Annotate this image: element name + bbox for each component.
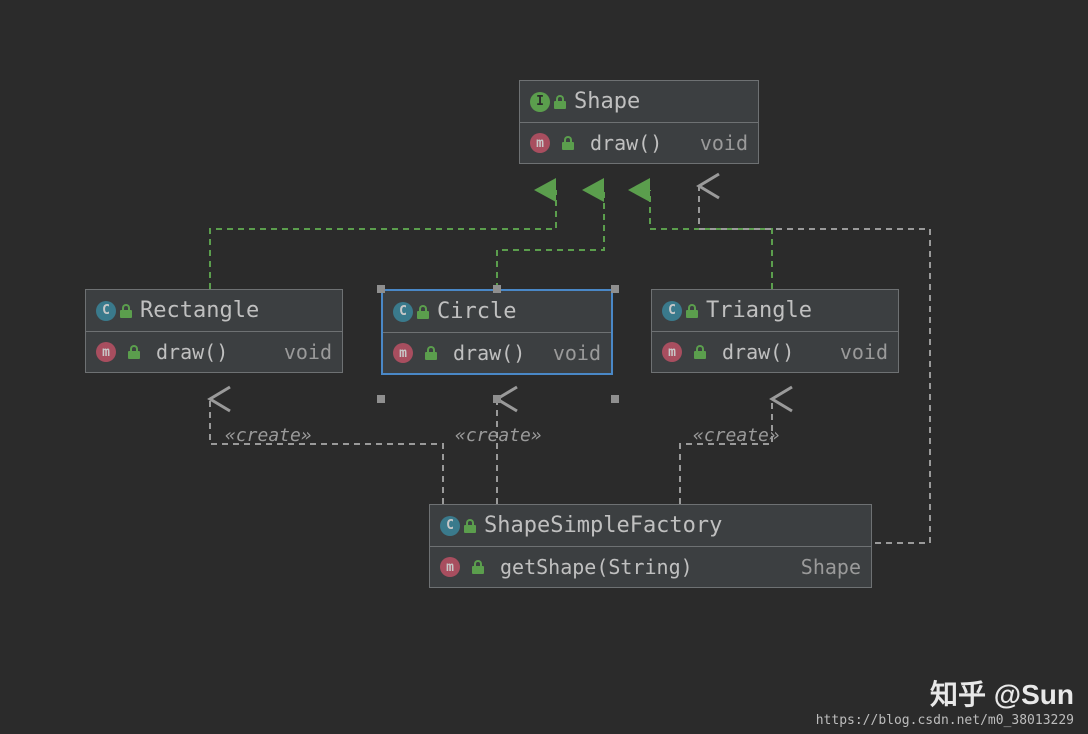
- return-type: void: [840, 340, 888, 364]
- lock-icon: [686, 304, 698, 318]
- class-header: C Rectangle: [86, 290, 342, 332]
- class-icon: C: [662, 301, 682, 321]
- lock-icon: [128, 345, 140, 359]
- selection-handle[interactable]: [611, 395, 619, 403]
- class-method-row: m draw() void: [520, 123, 758, 163]
- selection-handle[interactable]: [377, 285, 385, 293]
- return-type: void: [700, 131, 748, 155]
- class-box-factory[interactable]: C ShapeSimpleFactory m getShape(String) …: [429, 504, 872, 588]
- class-icon: C: [393, 302, 413, 322]
- return-type: Shape: [801, 555, 861, 579]
- class-name: Triangle: [706, 298, 812, 323]
- selection-handle[interactable]: [377, 395, 385, 403]
- class-box-shape[interactable]: I Shape m draw() void: [519, 80, 759, 164]
- class-method-row: m draw() void: [86, 332, 342, 372]
- selection-handle[interactable]: [493, 395, 501, 403]
- lock-icon: [562, 136, 574, 150]
- class-name: Shape: [574, 89, 640, 114]
- selection-handle[interactable]: [611, 285, 619, 293]
- method-icon: m: [96, 342, 116, 362]
- method-icon: m: [440, 557, 460, 577]
- class-header: C ShapeSimpleFactory: [430, 505, 871, 547]
- class-header: I Shape: [520, 81, 758, 123]
- class-method-row: m draw() void: [383, 333, 611, 373]
- create-label: «create»: [693, 425, 780, 446]
- class-header: C Triangle: [652, 290, 898, 332]
- method-icon: m: [393, 343, 413, 363]
- class-header: C Circle: [383, 291, 611, 333]
- method-name: getShape(String): [500, 555, 793, 579]
- watermark: 知乎 @Sun https://blog.csdn.net/m0_3801322…: [816, 673, 1074, 728]
- watermark-url: https://blog.csdn.net/m0_38013229: [816, 713, 1074, 728]
- method-name: draw(): [156, 340, 276, 364]
- method-name: draw(): [453, 341, 545, 365]
- method-icon: m: [662, 342, 682, 362]
- method-icon: m: [530, 133, 550, 153]
- class-box-rectangle[interactable]: C Rectangle m draw() void: [85, 289, 343, 373]
- class-name: Rectangle: [140, 298, 259, 323]
- class-icon: C: [96, 301, 116, 321]
- return-type: void: [553, 341, 601, 365]
- lock-icon: [472, 560, 484, 574]
- class-name: ShapeSimpleFactory: [484, 513, 722, 538]
- interface-icon: I: [530, 92, 550, 112]
- class-box-triangle[interactable]: C Triangle m draw() void: [651, 289, 899, 373]
- lock-icon: [464, 519, 476, 533]
- class-method-row: m getShape(String) Shape: [430, 547, 871, 587]
- class-method-row: m draw() void: [652, 332, 898, 372]
- watermark-title: 知乎 @Sun: [816, 673, 1074, 713]
- create-label: «create»: [225, 425, 312, 446]
- selection-handle[interactable]: [493, 285, 501, 293]
- create-label: «create»: [455, 425, 542, 446]
- class-box-circle[interactable]: C Circle m draw() void: [381, 289, 613, 375]
- return-type: void: [284, 340, 332, 364]
- lock-icon: [417, 305, 429, 319]
- class-name: Circle: [437, 299, 516, 324]
- lock-icon: [694, 345, 706, 359]
- class-icon: C: [440, 516, 460, 536]
- lock-icon: [120, 304, 132, 318]
- lock-icon: [554, 95, 566, 109]
- method-name: draw(): [722, 340, 832, 364]
- lock-icon: [425, 346, 437, 360]
- method-name: draw(): [590, 131, 692, 155]
